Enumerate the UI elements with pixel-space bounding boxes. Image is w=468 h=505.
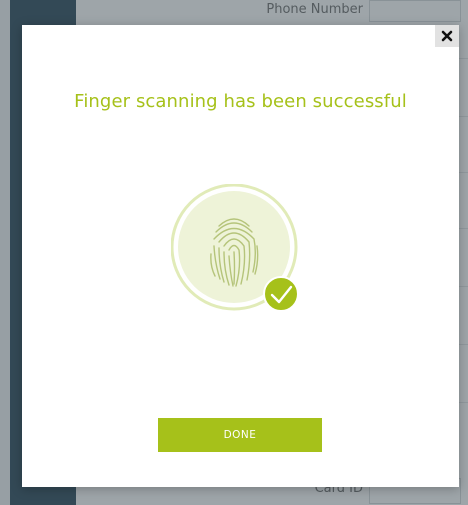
checkmark-icon	[263, 276, 299, 312]
dialog-title: Finger scanning has been successful	[74, 91, 407, 112]
close-icon	[441, 30, 453, 42]
close-button[interactable]	[435, 25, 459, 47]
fingerprint-success-dialog: Finger scanning has been successful DONE	[22, 25, 459, 487]
scan-result-graphic	[170, 183, 311, 324]
done-button[interactable]: DONE	[158, 418, 322, 452]
